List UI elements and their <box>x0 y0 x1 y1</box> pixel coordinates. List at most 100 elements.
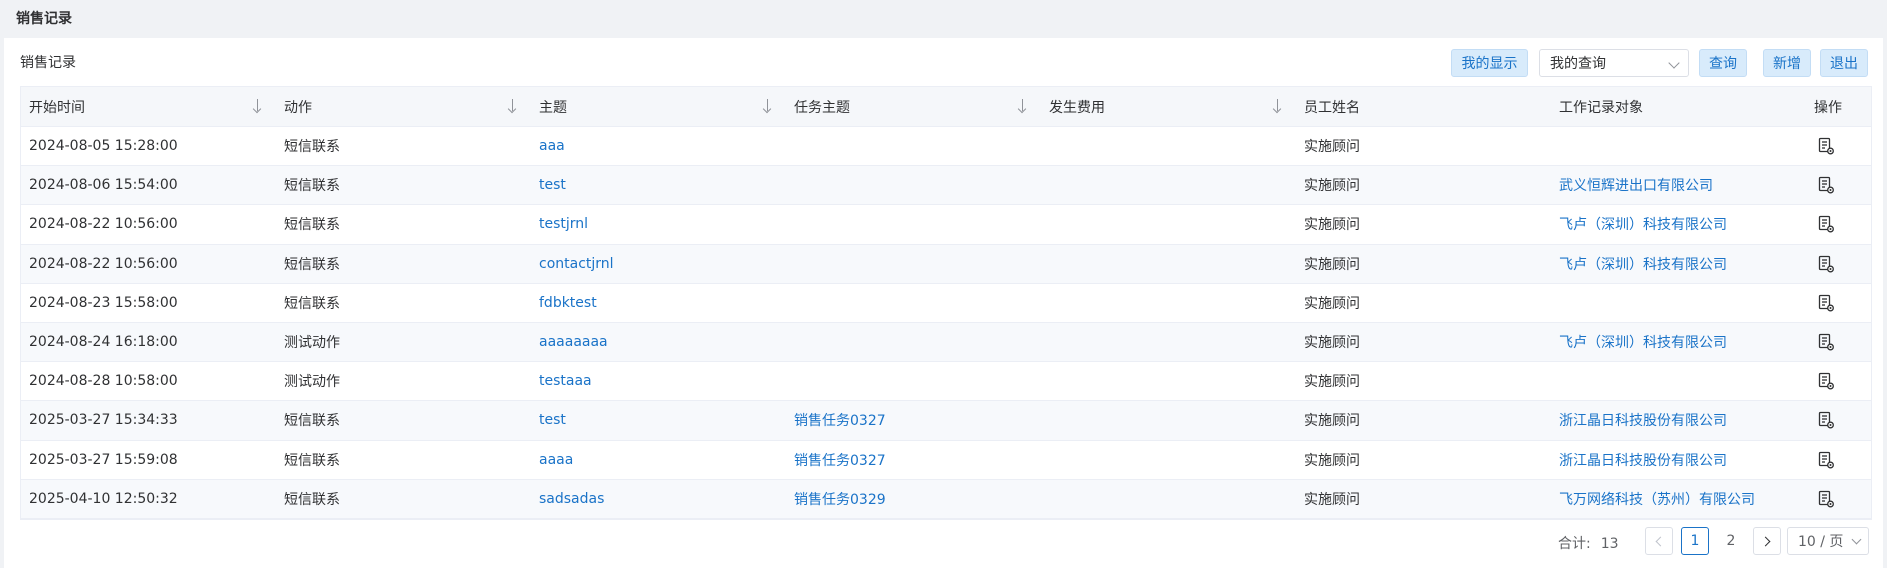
sales-records-panel: 销售记录 我的显示 我的查询 查询 新增 退出 开始时间 动作 主题 任务主题 … <box>4 38 1883 568</box>
document-settings-icon[interactable] <box>1818 137 1834 155</box>
cell-work-record-object[interactable]: 飞卢（深圳）科技有限公司 <box>1551 245 1806 283</box>
prev-page-button[interactable] <box>1645 527 1673 555</box>
document-settings-icon[interactable] <box>1818 372 1834 390</box>
table-row[interactable]: 2024-08-06 15:54:00 短信联系 test 实施顾问 武义恒辉进出口有限… <box>21 166 1871 206</box>
column-header-start-time[interactable]: 开始时间 <box>21 87 276 126</box>
page-header: 销售记录 <box>0 0 1887 36</box>
cell-action: 短信联系 <box>284 178 340 195</box>
document-settings-icon[interactable] <box>1818 176 1834 194</box>
table-row[interactable]: 2024-08-24 16:18:00 测试动作 aaaaaaaa 实施顾问 飞卢（深圳… <box>21 322 1871 363</box>
cell-work-record-object[interactable]: 浙江晶日科技股份有限公司 <box>1551 441 1806 479</box>
chevron-left-icon <box>1655 536 1666 546</box>
cell-expense <box>1041 166 1296 204</box>
cell-subject[interactable]: aaa <box>531 127 786 165</box>
cell-task-subject <box>786 323 1041 361</box>
column-header-subject[interactable]: 主题 <box>531 87 786 126</box>
sort-down-icon[interactable] <box>254 99 262 113</box>
cell-subject[interactable]: testaaa <box>531 362 786 400</box>
table-row[interactable]: 2024-08-22 10:56:00 短信联系 testjrnl 实施顾问 飞卢（深圳… <box>21 205 1873 245</box>
cell-employee-name: 实施顾问 <box>1304 374 1360 391</box>
document-settings-icon[interactable] <box>1818 215 1834 233</box>
column-header-operation: 操作 <box>1814 99 1842 116</box>
cell-employee-name: 实施顾问 <box>1304 295 1360 312</box>
sort-down-icon[interactable] <box>764 99 772 113</box>
table-row[interactable]: 2024-08-28 10:58:00 测试动作 testaaa 实施顾问 <box>21 362 1873 402</box>
cell-expense <box>1041 245 1296 283</box>
page-2-button[interactable]: 2 <box>1717 527 1745 555</box>
cell-subject[interactable]: aaaaaaaa <box>531 323 786 361</box>
page-title: 销售记录 <box>16 11 72 27</box>
cell-operation <box>1806 401 1873 439</box>
cell-expense <box>1041 284 1296 322</box>
table-row[interactable]: 2024-08-22 10:56:00 短信联系 contactjrnl 实施顾问 飞卢… <box>21 244 1873 284</box>
cell-subject[interactable]: testjrnl <box>531 205 786 243</box>
cell-action: 短信联系 <box>284 452 340 469</box>
my-display-button[interactable]: 我的显示 <box>1451 49 1528 77</box>
document-settings-icon[interactable] <box>1818 294 1834 312</box>
column-header-work-record-object: 工作记录对象 <box>1559 99 1643 116</box>
cell-task-subject <box>786 166 1041 204</box>
chevron-right-icon <box>1760 536 1771 546</box>
cell-work-record-object[interactable]: 浙江晶日科技股份有限公司 <box>1551 401 1806 439</box>
cell-action: 短信联系 <box>284 491 340 508</box>
sort-down-icon[interactable] <box>1019 99 1027 113</box>
document-settings-icon[interactable] <box>1818 333 1834 351</box>
document-settings-icon[interactable] <box>1818 411 1834 429</box>
cell-start-time: 2024-08-24 16:18:00 <box>29 334 178 351</box>
table-row[interactable]: 2024-08-23 15:58:00 短信联系 fdbktest 实施顾问 <box>21 284 1871 323</box>
page-1-button[interactable]: 1 <box>1681 527 1709 555</box>
page-size-select[interactable]: 10 / 页 <box>1787 527 1869 555</box>
table-row[interactable]: 2025-04-10 12:50:32 短信联系 sadsadas 销售任务0329 实… <box>21 479 1871 519</box>
cell-operation <box>1806 441 1873 479</box>
cell-task-subject <box>786 127 1041 165</box>
cell-work-record-object[interactable]: 飞万网络科技（苏州）有限公司 <box>1551 480 1806 518</box>
cell-start-time: 2024-08-05 15:28:00 <box>29 138 178 155</box>
cell-start-time: 2024-08-22 10:56:00 <box>29 255 178 272</box>
cell-subject[interactable]: test <box>531 166 786 204</box>
query-button[interactable]: 查询 <box>1699 49 1747 77</box>
cell-task-subject[interactable]: 销售任务0327 <box>786 441 1041 479</box>
cell-task-subject[interactable]: 销售任务0329 <box>786 480 1041 518</box>
cell-employee-name: 实施顾问 <box>1304 178 1360 195</box>
next-page-button[interactable] <box>1753 527 1781 555</box>
cell-action: 短信联系 <box>284 139 340 156</box>
document-settings-icon[interactable] <box>1818 255 1834 273</box>
table-row[interactable]: 2025-03-27 15:59:08 短信联系 aaaa 销售任务0327 实施顾问 浙… <box>21 441 1871 480</box>
cell-subject[interactable]: fdbktest <box>531 284 786 322</box>
cell-employee-name: 实施顾问 <box>1304 413 1360 430</box>
cell-operation <box>1806 245 1873 283</box>
cell-action: 短信联系 <box>284 295 340 312</box>
cell-subject[interactable]: aaaa <box>531 441 786 479</box>
column-header-expense[interactable]: 发生费用 <box>1041 87 1296 126</box>
cell-expense <box>1041 205 1296 243</box>
sort-down-icon[interactable] <box>509 99 517 113</box>
cell-work-record-object <box>1551 362 1806 400</box>
cell-subject[interactable]: contactjrnl <box>531 245 786 283</box>
column-header-task-subject[interactable]: 任务主题 <box>786 87 1041 126</box>
add-button[interactable]: 新增 <box>1763 49 1811 77</box>
cell-work-record-object <box>1551 284 1806 322</box>
column-header-employee-name: 员工姓名 <box>1304 99 1360 116</box>
document-settings-icon[interactable] <box>1818 490 1834 508</box>
chevron-down-icon <box>1668 57 1680 69</box>
my-query-select[interactable]: 我的查询 <box>1539 49 1689 77</box>
table-row[interactable]: 2025-03-27 15:34:33 短信联系 test 销售任务0327 实施顾问 浙… <box>21 401 1873 441</box>
cell-subject[interactable]: sadsadas <box>531 480 786 518</box>
cell-task-subject[interactable]: 销售任务0327 <box>786 401 1041 439</box>
column-header-action[interactable]: 动作 <box>276 87 531 126</box>
cell-work-record-object[interactable]: 飞卢（深圳）科技有限公司 <box>1551 323 1806 361</box>
cell-task-subject <box>786 362 1041 400</box>
sort-down-icon[interactable] <box>1274 99 1282 113</box>
document-settings-icon[interactable] <box>1818 451 1834 469</box>
exit-button[interactable]: 退出 <box>1820 49 1868 77</box>
cell-work-record-object[interactable]: 武义恒辉进出口有限公司 <box>1551 166 1806 204</box>
chevron-down-icon <box>1851 534 1862 545</box>
cell-operation <box>1806 362 1873 400</box>
cell-expense <box>1041 441 1296 479</box>
table-row[interactable]: 2024-08-05 15:28:00 短信联系 aaa 实施顾问 <box>21 127 1871 167</box>
cell-subject[interactable]: test <box>531 401 786 439</box>
cell-expense <box>1041 127 1296 165</box>
cell-action: 测试动作 <box>284 335 340 352</box>
cell-work-record-object[interactable]: 飞卢（深圳）科技有限公司 <box>1551 205 1806 243</box>
cell-operation <box>1806 205 1873 243</box>
